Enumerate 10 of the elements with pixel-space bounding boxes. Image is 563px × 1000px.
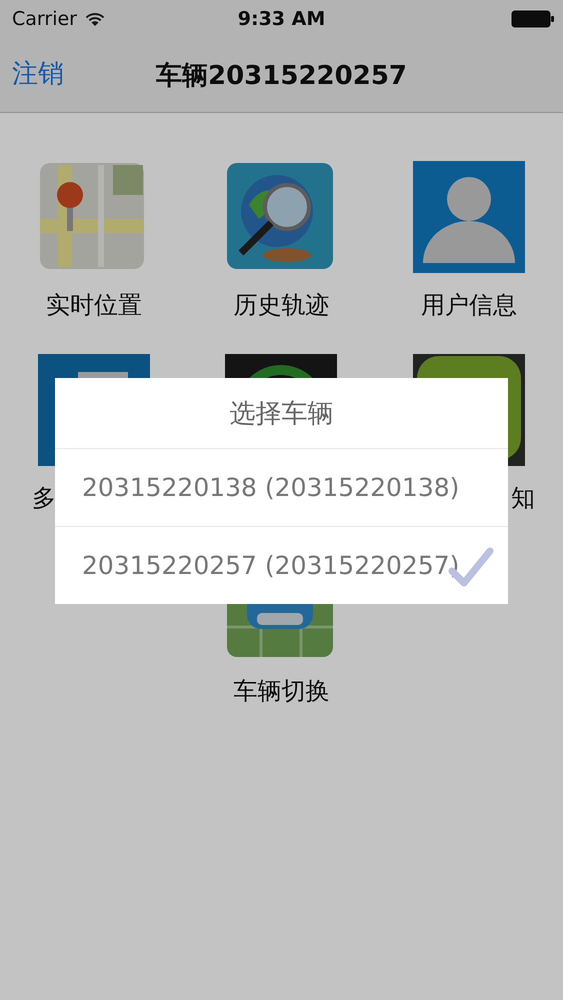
clock: 9:33 AM	[238, 8, 326, 30]
app-label: 知	[511, 483, 535, 514]
carrier-label: Carrier	[12, 8, 77, 30]
nav-title: 车辆20315220257	[156, 60, 407, 92]
app-label: 多	[32, 483, 56, 514]
app-label: 实时位置	[46, 290, 142, 321]
app-label: 用户信息	[421, 290, 518, 321]
dialog-title: 选择车辆	[55, 378, 508, 449]
app-label: 车辆切换	[233, 676, 330, 707]
app-label: 历史轨迹	[233, 290, 330, 321]
